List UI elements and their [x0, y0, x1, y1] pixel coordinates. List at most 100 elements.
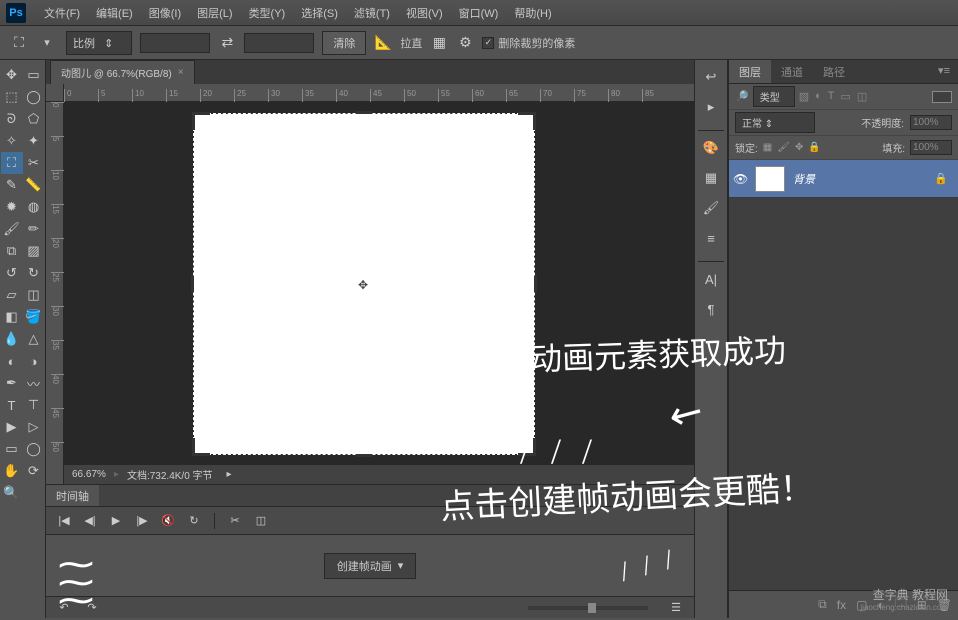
close-tab-icon[interactable]: × [178, 67, 184, 78]
crop-tool-icon[interactable]: ⛶ [1, 152, 23, 174]
menu-view[interactable]: 视图(V) [398, 1, 451, 25]
layer-locked-icon[interactable]: 🔒 [934, 172, 948, 185]
create-frame-animation-button[interactable]: 创建帧动画 ▾ [324, 553, 417, 579]
swap-dimensions-icon[interactable]: ⇄ [218, 34, 236, 52]
audio-mute-icon[interactable]: 🔇 [158, 512, 178, 530]
menu-layer[interactable]: 图层(L) [189, 1, 240, 25]
wand-tool-icon[interactable]: ✧ [1, 130, 23, 152]
pencil-tool-icon[interactable]: ✏ [23, 218, 45, 240]
menu-file[interactable]: 文件(F) [36, 1, 88, 25]
timeline-zoom-slider[interactable] [528, 606, 648, 610]
type-tool-icon[interactable]: T [1, 394, 23, 416]
clear-button[interactable]: 清除 [322, 31, 366, 55]
menu-filter[interactable]: 滤镜(T) [346, 1, 398, 25]
loop-icon[interactable]: ↻ [184, 512, 204, 530]
layer-thumbnail[interactable] [755, 166, 785, 192]
blend-mode-select[interactable]: 正常 ⇕ [735, 112, 815, 133]
delete-cropped-checkbox[interactable]: ✓ 删除裁剪的像素 [482, 35, 575, 51]
crop-width-input[interactable] [140, 33, 210, 53]
opacity-input[interactable]: 100% [910, 115, 952, 130]
spot-heal-tool-icon[interactable]: ✹ [1, 196, 23, 218]
overlay-grid-icon[interactable]: ▦ [430, 34, 448, 52]
menu-select[interactable]: 选择(S) [293, 1, 346, 25]
ruler-origin[interactable] [46, 84, 64, 102]
artboard-tool-icon[interactable]: ▭ [23, 64, 45, 86]
marquee-tool-icon[interactable]: ⬚ [1, 86, 23, 108]
layer-visibility-icon[interactable]: 👁 [733, 172, 747, 186]
blur-tool-icon[interactable]: 💧 [1, 328, 23, 350]
move-tool-icon[interactable]: ✥ [1, 64, 23, 86]
eyedropper-tool-icon[interactable]: ✎ [1, 174, 23, 196]
filter-smart-icon[interactable]: ◫ [857, 90, 867, 103]
crop-handle-bl[interactable] [192, 438, 210, 456]
hand-tool-icon[interactable]: ✋ [1, 460, 23, 482]
quick-select-icon[interactable]: ✦ [23, 130, 45, 152]
lock-pixels-icon[interactable]: 🖌 [777, 142, 790, 153]
actions-panel-icon[interactable]: ▸ [700, 96, 722, 118]
lock-position-icon[interactable]: ✥ [795, 142, 803, 153]
crop-preset-dropdown[interactable]: ▾ [36, 32, 58, 54]
doc-info-menu-icon[interactable]: ▸ [227, 469, 232, 480]
eraser-tool-icon[interactable]: ▱ [1, 284, 23, 306]
crop-handle-br[interactable] [518, 438, 536, 456]
brush-settings-icon[interactable]: ≡ [700, 227, 722, 249]
dodge-tool-icon[interactable]: ◐ [1, 350, 23, 372]
character-panel-icon[interactable]: A| [700, 268, 722, 290]
stamp-tool-icon[interactable]: ⧉ [1, 240, 23, 262]
filter-adjust-icon[interactable]: ◐ [815, 90, 822, 103]
prev-frame-icon[interactable]: ◀| [80, 512, 100, 530]
layers-tab[interactable]: 图层 [729, 60, 771, 83]
layer-row-background[interactable]: 👁 背景 🔒 [729, 160, 958, 198]
layer-fx-icon[interactable]: fx [837, 598, 846, 612]
ruler-horizontal[interactable]: 0510152025303540455055606570758085 [64, 84, 694, 102]
lock-transparent-icon[interactable]: ▦ [763, 142, 772, 153]
sharpen-tool-icon[interactable]: △ [23, 328, 45, 350]
filter-shape-icon[interactable]: ▭ [841, 90, 851, 103]
ruler-tool-icon[interactable]: 📏 [23, 174, 45, 196]
filter-toggle[interactable] [932, 91, 952, 103]
pattern-stamp-icon[interactable]: ▨ [23, 240, 45, 262]
crop-handle-tm[interactable] [356, 111, 372, 114]
art-history-icon[interactable]: ↻ [23, 262, 45, 284]
color-panel-icon[interactable]: 🎨 [700, 137, 722, 159]
document-tab[interactable]: 动图儿 @ 66.7%(RGB/8) × [50, 60, 195, 84]
filter-pixel-icon[interactable]: ▧ [799, 90, 809, 103]
vtype-tool-icon[interactable]: ⊤ [23, 394, 45, 416]
crop-options-icon[interactable]: ⚙ [456, 34, 474, 52]
burn-tool-icon[interactable]: ◑ [23, 350, 45, 372]
brushes-panel-icon[interactable]: 🖌 [700, 197, 722, 219]
panel-menu-icon[interactable]: ▾≡ [930, 60, 958, 83]
ellipse-tool-icon[interactable]: ◯ [23, 438, 45, 460]
crop-handle-mr[interactable] [534, 276, 537, 292]
channels-tab[interactable]: 通道 [771, 60, 813, 83]
menu-type[interactable]: 类型(Y) [241, 1, 294, 25]
ruler-vertical[interactable]: 05101520253035404550 [46, 102, 64, 484]
lock-all-icon[interactable]: 🔒 [808, 142, 820, 153]
crop-handle-tl[interactable] [192, 112, 210, 130]
paragraph-panel-icon[interactable]: ¶ [700, 298, 722, 320]
filter-type-icon[interactable]: T [828, 90, 835, 103]
crop-handle-ml[interactable] [191, 276, 194, 292]
timeline-undo-icon[interactable]: ↶ [54, 599, 74, 617]
canvas-viewport[interactable]: ✥ [64, 102, 694, 464]
fill-input[interactable]: 100% [910, 140, 952, 155]
menu-edit[interactable]: 编辑(E) [88, 1, 141, 25]
direct-select-icon[interactable]: ▷ [23, 416, 45, 438]
zoom-level[interactable]: 66.67% [72, 469, 106, 480]
play-icon[interactable]: ▶ [106, 512, 126, 530]
menu-help[interactable]: 帮助(H) [506, 1, 559, 25]
marquee-ellipse-icon[interactable]: ◯ [23, 86, 45, 108]
freeform-pen-icon[interactable]: 〰 [23, 372, 45, 394]
paths-tab[interactable]: 路径 [813, 60, 855, 83]
first-frame-icon[interactable]: |◀ [54, 512, 74, 530]
doc-info[interactable]: 文档:732.4K/0 字节 [127, 467, 213, 482]
lasso-tool-icon[interactable]: ᘐ [1, 108, 23, 130]
straighten-icon[interactable]: 📐 [374, 34, 392, 52]
poly-lasso-icon[interactable]: ⬠ [23, 108, 45, 130]
gradient-tool-icon[interactable]: ◧ [1, 306, 23, 328]
zoom-tool-icon[interactable]: 🔍 [1, 482, 23, 504]
pen-tool-icon[interactable]: ✒ [1, 372, 23, 394]
timeline-tab[interactable]: 时间轴 [46, 485, 99, 506]
timeline-redo-icon[interactable]: ↷ [82, 599, 102, 617]
timeline-menu-icon[interactable]: ☰ [666, 599, 686, 617]
